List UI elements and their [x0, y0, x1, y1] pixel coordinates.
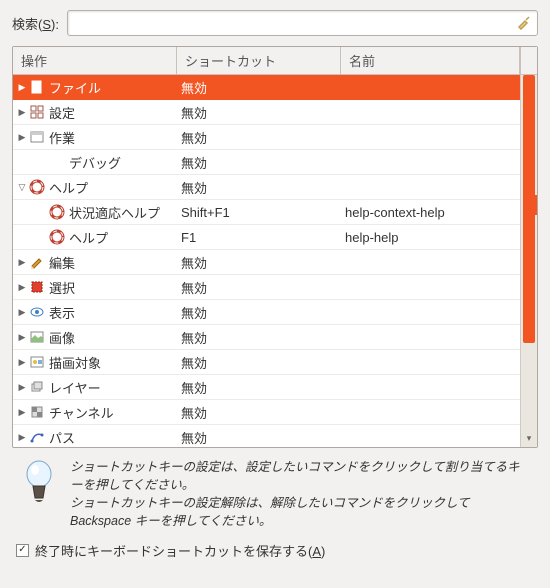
row-label: チャンネル — [49, 403, 114, 422]
row-shortcut[interactable]: 無効 — [177, 103, 341, 122]
tree-row[interactable]: デバッグ 無効 — [13, 150, 520, 175]
tree-row[interactable]: ▶ 表示 無効 — [13, 300, 520, 325]
expander-icon[interactable]: ▶ — [13, 407, 27, 418]
view-icon — [29, 304, 45, 320]
overflow-indicator — [534, 195, 537, 215]
row-label: レイヤー — [49, 378, 101, 397]
row-label: ファイル — [49, 78, 101, 97]
tree-row[interactable]: ▶ チャンネル 無効 — [13, 400, 520, 425]
tree-row[interactable]: ▽ ヘルプ 無効 — [13, 175, 520, 200]
row-shortcut[interactable]: 無効 — [177, 403, 341, 422]
row-shortcut[interactable]: 無効 — [177, 253, 341, 272]
tree-row[interactable]: 状況適応ヘルプ Shift+F1help-context-help — [13, 200, 520, 225]
row-shortcut[interactable]: 無効 — [177, 353, 341, 372]
row-shortcut[interactable]: 無効 — [177, 378, 341, 397]
path-icon — [29, 429, 45, 445]
search-label: 検索(S): — [12, 14, 59, 33]
expander-icon[interactable]: ▽ — [13, 182, 27, 193]
expander-icon[interactable]: ▶ — [13, 282, 27, 293]
settings-icon — [29, 104, 45, 120]
row-name: help-context-help — [341, 205, 520, 220]
image-icon — [29, 329, 45, 345]
row-shortcut[interactable]: 無効 — [177, 128, 341, 147]
hint-line-2: ショートカットキーの設定解除は、解除したいコマンドをクリックして Backspa… — [70, 494, 532, 530]
row-label: 作業 — [49, 128, 75, 147]
broom-icon[interactable] — [516, 14, 532, 30]
row-label: ヘルプ — [69, 228, 108, 247]
expander-icon[interactable]: ▶ — [13, 382, 27, 393]
tree-row[interactable]: ▶ ファイル 無効 — [13, 75, 520, 100]
tree-row[interactable]: ▶ 作業 無効 — [13, 125, 520, 150]
expander-icon[interactable]: ▶ — [13, 357, 27, 368]
help-ctx-icon — [49, 204, 65, 220]
select-icon — [29, 279, 45, 295]
tree-row[interactable]: ▶ パス 無効 — [13, 425, 520, 447]
expander-icon[interactable]: ▶ — [13, 257, 27, 268]
row-label: ヘルプ — [49, 178, 88, 197]
tree-row[interactable]: ▶ 画像 無効 — [13, 325, 520, 350]
tree-row[interactable]: ヘルプ F1help-help — [13, 225, 520, 250]
help-icon — [29, 179, 45, 195]
row-shortcut[interactable]: Shift+F1 — [177, 205, 341, 220]
help-ctx-icon — [49, 229, 65, 245]
shortcut-tree[interactable]: 操作 ショートカット 名前 ▶ファイル無効▶設定無効▶作業無効デバッグ無効▽ヘル… — [12, 46, 538, 448]
row-shortcut[interactable]: 無効 — [177, 278, 341, 297]
row-label: 編集 — [49, 253, 75, 272]
layer-icon — [29, 379, 45, 395]
row-shortcut[interactable]: 無効 — [177, 328, 341, 347]
drawable-icon — [29, 354, 45, 370]
work-icon — [29, 129, 45, 145]
hint-line-1: ショートカットキーの設定は、設定したいコマンドをクリックして割り当てるキーを押し… — [70, 458, 532, 494]
row-label: 状況適応ヘルプ — [69, 203, 160, 222]
lightbulb-icon — [18, 458, 60, 508]
vertical-scrollbar[interactable]: ▾ — [520, 75, 537, 447]
expander-icon[interactable]: ▶ — [13, 332, 27, 343]
row-label: 表示 — [49, 303, 75, 322]
row-shortcut[interactable]: 無効 — [177, 153, 341, 172]
tree-row[interactable]: ▶ 描画対象 無効 — [13, 350, 520, 375]
tree-row[interactable]: ▶ レイヤー 無効 — [13, 375, 520, 400]
expander-icon[interactable]: ▶ — [13, 432, 27, 443]
save-on-exit-checkbox[interactable]: ✓ — [16, 544, 29, 557]
row-label: 画像 — [49, 328, 75, 347]
channel-icon — [29, 404, 45, 420]
row-name: help-help — [341, 230, 520, 245]
header-action[interactable]: 操作 — [13, 47, 177, 74]
file-icon — [29, 79, 45, 95]
header-name[interactable]: 名前 — [341, 47, 520, 74]
tree-row[interactable]: ▶ 設定 無効 — [13, 100, 520, 125]
edit-icon — [29, 254, 45, 270]
header-shortcut[interactable]: ショートカット — [177, 47, 341, 74]
expander-icon[interactable]: ▶ — [13, 307, 27, 318]
row-shortcut[interactable]: 無効 — [177, 303, 341, 322]
tree-row[interactable]: ▶ 選択 無効 — [13, 275, 520, 300]
row-label: デバッグ — [69, 153, 121, 172]
row-label: 描画対象 — [49, 353, 101, 372]
scroll-down-icon[interactable]: ▾ — [521, 433, 537, 447]
column-headers: 操作 ショートカット 名前 — [13, 47, 537, 75]
row-shortcut[interactable]: 無効 — [177, 78, 341, 97]
save-on-exit-label: 終了時にキーボードショートカットを保存する(A) — [35, 541, 325, 560]
tree-row[interactable]: ▶ 編集 無効 — [13, 250, 520, 275]
expander-icon[interactable]: ▶ — [13, 132, 27, 143]
row-shortcut[interactable]: 無効 — [177, 428, 341, 447]
row-shortcut[interactable]: F1 — [177, 230, 341, 245]
expander-icon[interactable]: ▶ — [13, 107, 27, 118]
row-label: 選択 — [49, 278, 75, 297]
row-label: 設定 — [49, 103, 75, 122]
expander-icon[interactable]: ▶ — [13, 82, 27, 93]
hint-box: ショートカットキーの設定は、設定したいコマンドをクリックして割り当てるキーを押し… — [12, 448, 538, 539]
row-label: パス — [49, 428, 75, 447]
row-shortcut[interactable]: 無効 — [177, 178, 341, 197]
search-input[interactable] — [67, 10, 538, 36]
